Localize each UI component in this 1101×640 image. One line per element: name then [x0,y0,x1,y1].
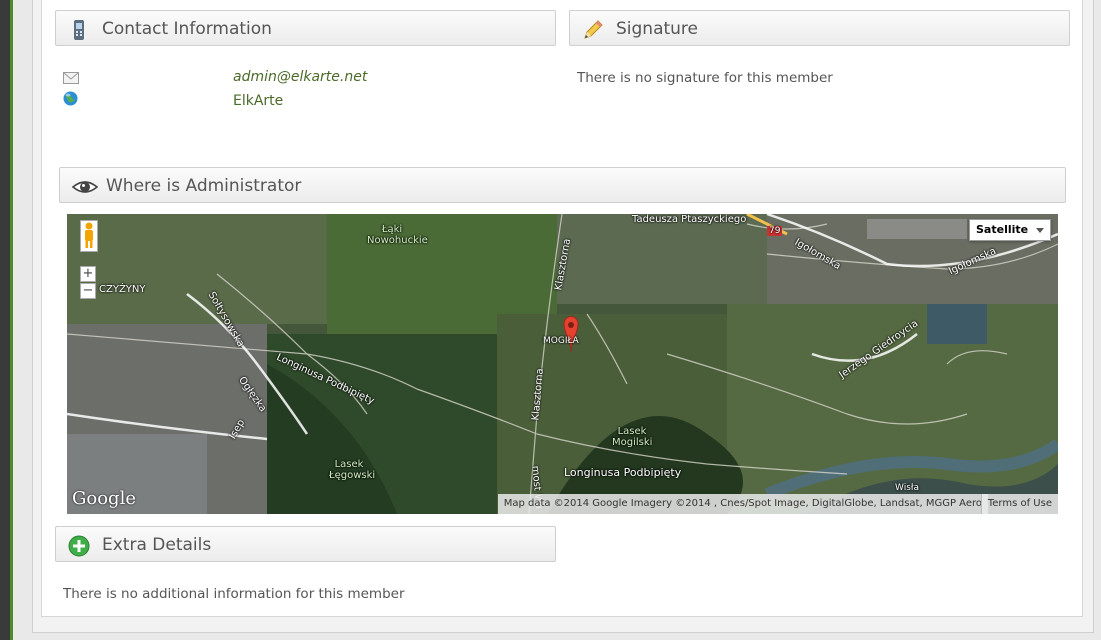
chevron-down-icon [1036,228,1044,233]
zoom-out-button[interactable]: − [80,283,96,299]
zoom-in-button[interactable]: + [80,266,96,282]
pencil-icon [582,18,604,40]
map-label: Łąki Nowohuckie [367,224,428,246]
map-attribution: Map data ©2014 Google Imagery ©2014 , Cn… [497,494,988,514]
email-icon [63,69,79,88]
email-link[interactable]: admin@elkarte.net [233,69,367,85]
extra-details-header: Extra Details [55,526,556,562]
phone-icon [68,18,90,40]
map-label: Wisła [895,483,919,493]
map-label: 79 [767,226,783,236]
section-title: Contact Information [102,19,272,39]
google-logo: Google [72,488,136,509]
section-title: Where is Administrator [106,176,302,196]
extra-details-text: There is no additional information for t… [63,586,405,602]
pegman-icon [85,222,93,248]
map-label: CZYŻYNY [99,284,146,295]
map-label: MOGIŁA [543,336,579,346]
signature-text: There is no signature for this member [577,70,833,86]
street-view-pegman[interactable] [80,220,98,252]
map-label: Lasek Łęgowski [329,459,376,481]
map-label: Lasek Mogilski [612,426,653,448]
section-title: Signature [616,19,699,39]
eye-icon [71,175,99,197]
section-title: Extra Details [102,535,212,555]
location-header: Where is Administrator [59,167,1066,203]
location-map[interactable]: Tadeusza Ptaszyckiego 79 Igołomska Igoło… [67,214,1058,514]
accent-strip [10,0,13,640]
plus-circle-icon [68,534,90,557]
globe-icon [63,91,78,110]
map-label: Longinusa Podbipięty [564,466,682,479]
signature-header: Signature [569,10,1070,46]
map-label: Tadeusza Ptaszyckiego [632,214,747,225]
terms-of-use-link[interactable]: Terms of Use [980,494,1058,514]
left-sidebar-edge [0,0,13,640]
website-link[interactable]: ElkArte [233,93,283,109]
map-type-value: Satellite [976,223,1029,236]
contact-information-header: Contact Information [55,10,556,46]
map-type-select[interactable]: Satellite [969,219,1051,241]
